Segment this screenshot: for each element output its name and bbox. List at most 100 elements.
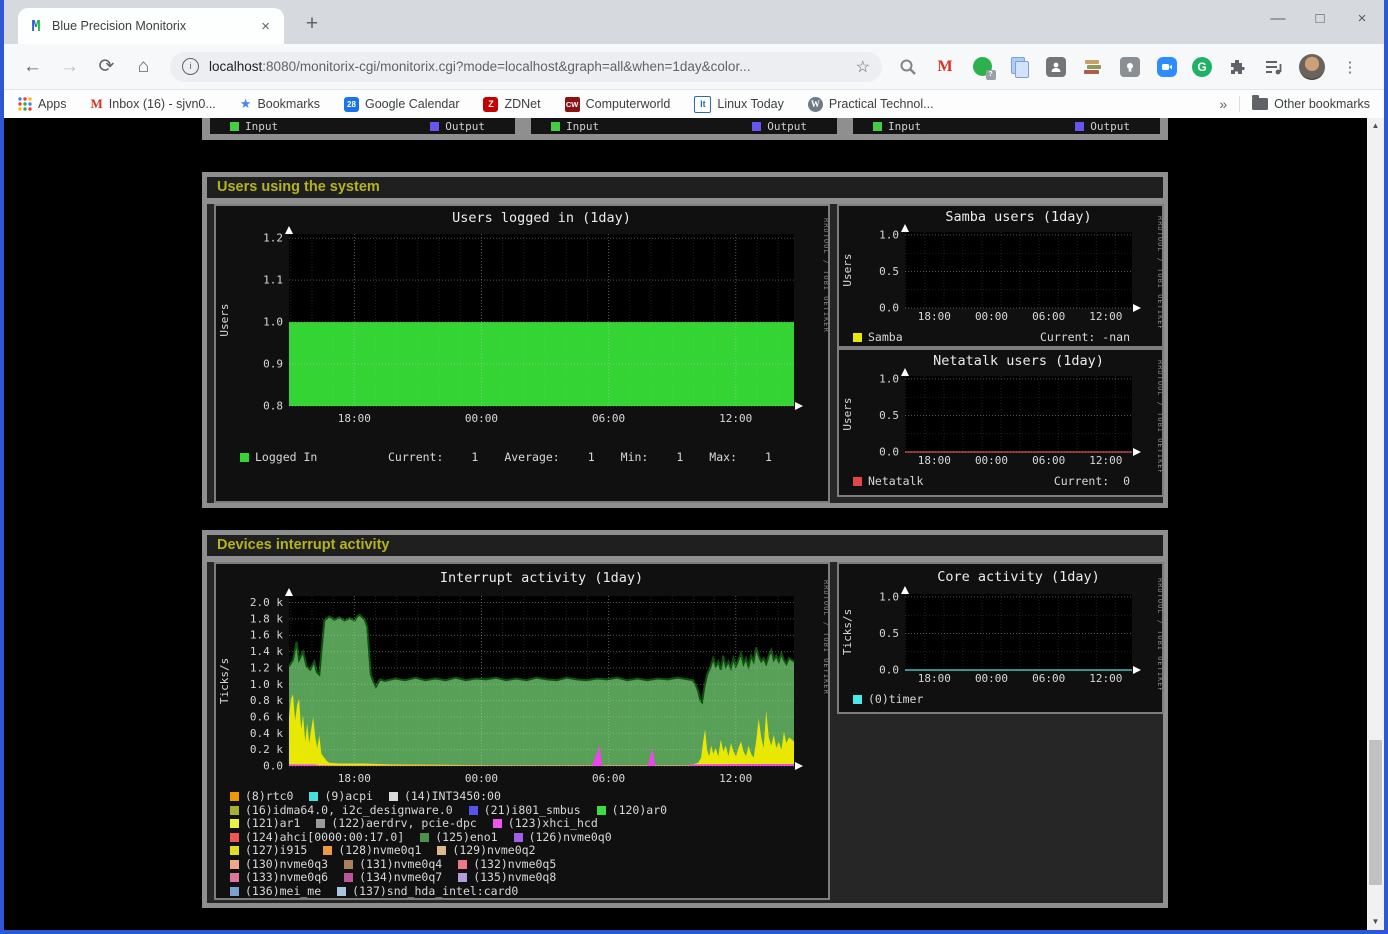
partial-graph-panel[interactable]: Input Output: [531, 118, 837, 134]
users-logged-in-chart[interactable]: 0.80.91.01.11.218:0000:0006:0012:00Users…: [216, 206, 828, 444]
bookmark-inbox[interactable]: M Inbox (16) - sjvn0...: [91, 96, 216, 112]
bookmarks-overflow-chevron[interactable]: »: [1219, 96, 1227, 112]
svg-text:0.5: 0.5: [879, 265, 899, 278]
lightbulb-extension-icon[interactable]: [1118, 55, 1142, 79]
partial-graph-panel[interactable]: Input Output: [853, 118, 1160, 134]
samba-users-graph[interactable]: 0.00.51.018:0000:0006:0012:00Samba users…: [837, 204, 1164, 348]
legend-item: (133)nvme0q6: [230, 871, 328, 885]
legend-item: (120)ar0: [597, 804, 667, 818]
legend-swatch: [230, 792, 239, 801]
legend-swatch: [344, 860, 353, 869]
forward-button[interactable]: →: [51, 56, 88, 78]
tab-close-icon[interactable]: ×: [257, 18, 274, 35]
svg-text:Core activity (1day): Core activity (1day): [937, 569, 1100, 585]
bookmark-linux-today[interactable]: lt Linux Today: [694, 96, 784, 113]
browser-menu-icon[interactable]: ⋮: [1338, 55, 1362, 79]
new-tab-button[interactable]: +: [298, 12, 326, 36]
browser-tab[interactable]: M Blue Precision Monitorix ×: [18, 8, 284, 44]
legend-swatch: [230, 860, 239, 869]
legend-swatch: [469, 806, 478, 815]
legend-item: (135)nvme0q8: [458, 871, 556, 885]
legend-item: (137)snd_hda_intel:card0: [337, 885, 518, 899]
legend-item: (136)mei_me: [230, 885, 321, 899]
bookmark-zdnet[interactable]: Z ZDNet: [483, 97, 540, 112]
partial-graph-panel[interactable]: Input Output: [210, 118, 515, 134]
legend-item: (125)eno1: [420, 831, 497, 845]
legend-swatch: [230, 806, 239, 815]
phone-extension-icon[interactable]: ?: [970, 55, 994, 79]
svg-text:0.0: 0.0: [879, 446, 899, 459]
input-legend-swatch: [230, 122, 239, 131]
playlist-extension-icon[interactable]: [1262, 55, 1286, 79]
tab-strip: M Blue Precision Monitorix × + — □ ×: [4, 0, 1384, 44]
legend-item: (126)nvme0q0: [514, 831, 612, 845]
legend-swatch: [230, 873, 239, 882]
svg-text:RRDTOOL / TOBI OETIKER: RRDTOOL / TOBI OETIKER: [1156, 216, 1162, 328]
svg-text:1.0: 1.0: [879, 372, 899, 385]
window-minimize-button[interactable]: —: [1270, 10, 1286, 27]
legend-item: (121)ar1: [230, 817, 300, 831]
svg-text:1.0: 1.0: [263, 316, 283, 329]
scrollbar-thumb[interactable]: [1369, 740, 1382, 885]
legend-item: (128)nvme0q1: [323, 844, 421, 858]
address-bar[interactable]: i localhost:8080/monitorix-cgi/monitorix…: [170, 52, 882, 82]
samba-legend: Samba Current: -nan: [839, 328, 1162, 344]
samba-users-chart[interactable]: 0.00.51.018:0000:0006:0012:00Samba users…: [839, 206, 1162, 328]
window-maximize-button[interactable]: □: [1312, 10, 1328, 27]
bookmark-apps[interactable]: Apps: [18, 97, 67, 111]
output-legend-swatch: [430, 122, 439, 131]
interrupt-activity-chart[interactable]: 0.00.2 k0.4 k0.6 k0.8 k1.0 k1.2 k1.4 k1.…: [216, 564, 828, 786]
svg-text:12:00: 12:00: [1089, 454, 1122, 467]
bookmark-google-calendar[interactable]: 28 Google Calendar: [344, 97, 460, 112]
users-legend: Logged In Current: 1 Average: 1 Min: 1 M…: [216, 444, 828, 464]
bookmark-bookmarks[interactable]: ★ Bookmarks: [240, 96, 320, 112]
netatalk-legend: Netatalk Current: 0: [839, 472, 1162, 488]
svg-text:12:00: 12:00: [1089, 310, 1122, 323]
copy-extension-icon[interactable]: [1007, 55, 1031, 79]
interrupt-legend: (8)rtc0(9)acpi(14)INT3450:00(16)idma64.0…: [216, 786, 828, 898]
scroll-up-button[interactable]: ▲: [1367, 118, 1384, 134]
bookmark-practical-technology[interactable]: W Practical Technol...: [808, 97, 934, 112]
account-extension-icon[interactable]: [1044, 55, 1068, 79]
page-info-icon[interactable]: i: [182, 58, 199, 75]
core-activity-chart[interactable]: 0.00.51.018:0000:0006:0012:00Core activi…: [839, 564, 1162, 690]
svg-text:18:00: 18:00: [918, 310, 951, 323]
netatalk-users-chart[interactable]: 0.00.51.018:0000:0006:0012:00Netatalk us…: [839, 350, 1162, 472]
legend-row: (124)ahci[0000:00:17.0](125)eno1(126)nvm…: [230, 831, 828, 845]
search-extension-icon[interactable]: [896, 55, 920, 79]
extensions-puzzle-icon[interactable]: [1225, 55, 1249, 79]
scroll-down-button[interactable]: ▼: [1367, 914, 1384, 930]
svg-text:18:00: 18:00: [918, 672, 951, 685]
svg-text:06:00: 06:00: [592, 412, 625, 425]
star-icon: ★: [240, 96, 252, 112]
legend-swatch: [337, 887, 346, 896]
svg-text:12:00: 12:00: [1089, 672, 1122, 685]
bookmark-computerworld[interactable]: CW Computerworld: [565, 97, 671, 112]
svg-text:Users logged in (1day): Users logged in (1day): [452, 210, 631, 226]
gmail-extension-icon[interactable]: M: [933, 55, 957, 79]
svg-text:Netatalk users (1day): Netatalk users (1day): [933, 353, 1104, 369]
interrupt-activity-graph[interactable]: 0.00.2 k0.4 k0.6 k0.8 k1.0 k1.2 k1.4 k1.…: [214, 562, 830, 900]
calendar-icon: 28: [344, 97, 359, 112]
svg-text:18:00: 18:00: [918, 454, 951, 467]
core-activity-graph[interactable]: 0.00.51.018:0000:0006:0012:00Core activi…: [837, 562, 1164, 714]
profile-avatar[interactable]: [1299, 54, 1325, 80]
other-bookmarks[interactable]: Other bookmarks: [1252, 97, 1370, 111]
zoom-camera-extension-icon[interactable]: [1155, 55, 1179, 79]
back-button[interactable]: ←: [14, 56, 51, 78]
legend-item: (134)nvme0q7: [344, 871, 442, 885]
netatalk-users-graph[interactable]: 0.00.51.018:0000:0006:0012:00Netatalk us…: [837, 348, 1164, 497]
svg-text:0.8: 0.8: [263, 400, 283, 413]
books-extension-icon[interactable]: [1081, 55, 1105, 79]
vertical-scrollbar[interactable]: ▲ ▼: [1367, 118, 1384, 930]
home-button[interactable]: ⌂: [125, 56, 162, 78]
url-text[interactable]: localhost:8080/monitorix-cgi/monitorix.c…: [209, 59, 848, 74]
reload-button[interactable]: ⟳: [88, 55, 125, 78]
bookmark-star-icon[interactable]: ☆: [856, 57, 870, 77]
partial-graphs-strip: Input Output Input Output Input Output: [202, 118, 1168, 140]
legend-swatch: [344, 873, 353, 882]
window-close-button[interactable]: ×: [1354, 10, 1370, 27]
users-logged-in-graph[interactable]: 0.80.91.01.11.218:0000:0006:0012:00Users…: [214, 204, 830, 503]
legend-item: (8)rtc0: [230, 790, 293, 804]
grammarly-extension-icon[interactable]: G: [1192, 57, 1212, 77]
